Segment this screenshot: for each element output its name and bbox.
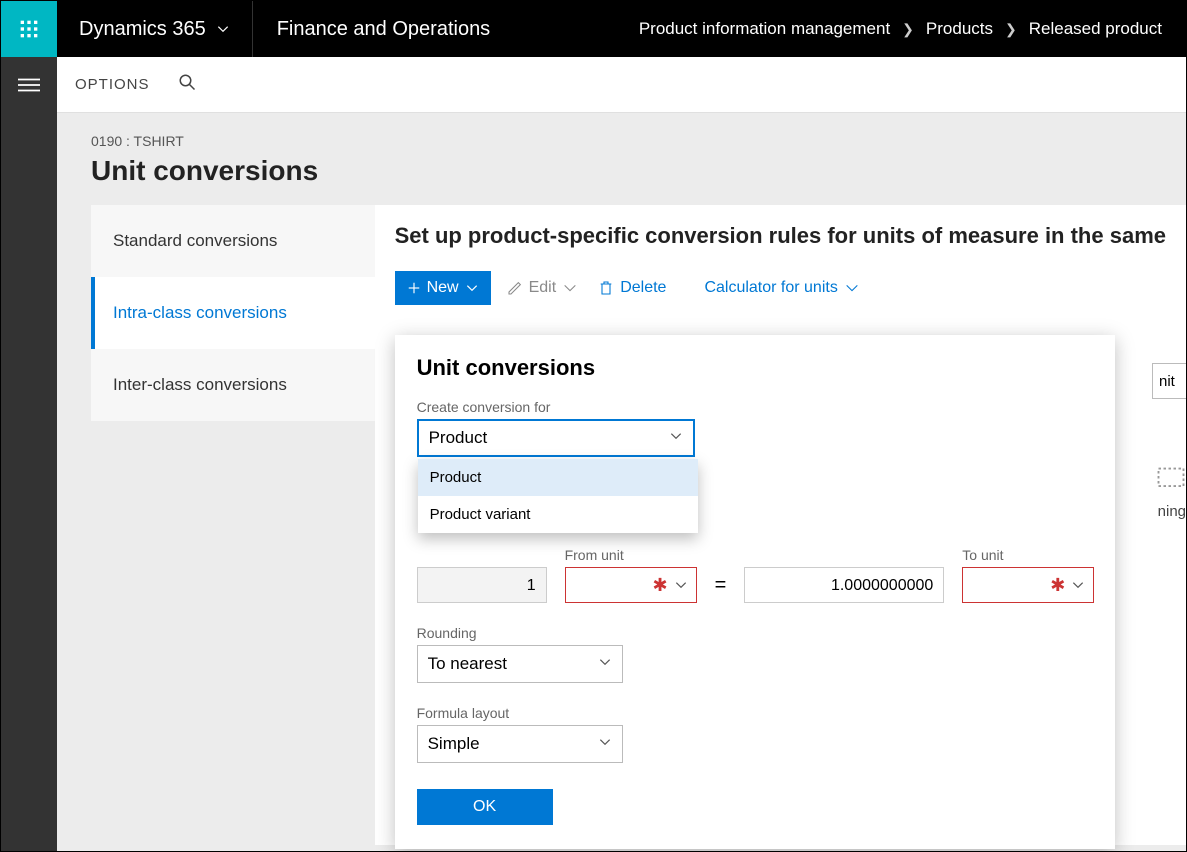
unit-conversion-flyout: Unit conversions Create conversion for P… [395, 335, 1115, 849]
pencil-icon [507, 280, 523, 296]
create-for-dropdown: Product Product variant [418, 459, 698, 533]
chevron-down-icon [669, 429, 683, 443]
edit-label: Edit [529, 279, 557, 297]
brand-label: Dynamics 365 [79, 18, 206, 41]
chevron-down-icon [216, 22, 230, 36]
options-menu[interactable]: OPTIONS [75, 76, 150, 93]
dropdown-option-product-variant[interactable]: Product variant [418, 496, 698, 533]
chevron-right-icon: ❯ [1005, 21, 1017, 38]
toolbar: New Edit Delete Calculator for units [395, 271, 1166, 305]
factor-right-input[interactable]: 1.0000000000 [744, 567, 944, 603]
tab-intra-class-conversions[interactable]: Intra-class conversions [91, 277, 375, 349]
chevron-right-icon: ❯ [902, 21, 914, 38]
ok-button[interactable]: OK [417, 789, 553, 825]
detail-heading: Set up product-specific conversion rules… [395, 223, 1166, 249]
waffle-icon [19, 19, 39, 39]
record-context: 0190 : TSHIRT [91, 133, 1186, 149]
tab-inter-class-conversions[interactable]: Inter-class conversions [91, 349, 375, 421]
calculator-label: Calculator for units [704, 279, 837, 297]
content-area: 0190 : TSHIRT Unit conversions Standard … [57, 113, 1186, 851]
create-for-label: Create conversion for [417, 399, 1093, 415]
panel-row: Standard conversions Intra-class convers… [91, 205, 1186, 845]
to-unit-label: To unit [962, 547, 1094, 563]
app-launcher-button[interactable] [1, 1, 57, 57]
flyout-title: Unit conversions [417, 355, 1093, 381]
cut-text-fragment: ning [1158, 503, 1186, 520]
chevron-down-icon [674, 578, 688, 592]
top-bar: Dynamics 365 Finance and Operations Prod… [1, 1, 1186, 57]
action-bar: OPTIONS [57, 57, 1186, 113]
delete-label: Delete [620, 279, 666, 297]
chevron-down-icon [1071, 578, 1085, 592]
sub-row: OPTIONS [1, 57, 1186, 113]
breadcrumb: Product information management ❯ Product… [615, 1, 1186, 57]
box-icon [1156, 461, 1186, 491]
to-unit-select[interactable]: ✱ [962, 567, 1094, 603]
page-title: Unit conversions [91, 155, 1186, 187]
main-wrap: 0190 : TSHIRT Unit conversions Standard … [1, 113, 1186, 851]
nav-toggle-button[interactable] [1, 57, 57, 113]
breadcrumb-item[interactable]: Released product [1029, 19, 1162, 39]
left-rail [1, 113, 57, 851]
rounding-select[interactable]: To nearest [417, 645, 623, 683]
edit-button: Edit [503, 273, 583, 303]
from-unit-select[interactable]: ✱ [565, 567, 697, 603]
delete-button[interactable]: Delete [594, 273, 670, 303]
create-for-select[interactable]: Product Product Product variant [417, 419, 695, 457]
search-button[interactable] [178, 73, 196, 96]
chevron-down-icon [465, 281, 479, 295]
search-icon [178, 73, 196, 91]
cut-icon-fragment [1156, 461, 1186, 491]
factor-left-input[interactable]: 1 [417, 567, 547, 603]
brand-menu[interactable]: Dynamics 365 [57, 1, 253, 57]
chevron-down-icon [598, 735, 612, 749]
conversion-equation-row: 1 From unit ✱ = 1.0000000000 [417, 547, 1093, 603]
formula-value: Simple [428, 734, 480, 754]
from-unit-label: From unit [565, 547, 697, 563]
rounding-value: To nearest [428, 654, 507, 674]
chevron-down-icon [844, 280, 860, 296]
equals-sign: = [715, 574, 727, 603]
rounding-label: Rounding [417, 625, 1093, 641]
required-icon: ✱ [1050, 575, 1065, 596]
formula-label: Formula layout [417, 705, 1093, 721]
breadcrumb-item[interactable]: Products [926, 19, 993, 39]
create-for-value: Product [429, 428, 488, 448]
calculator-button[interactable]: Calculator for units [700, 273, 863, 303]
dropdown-option-product[interactable]: Product [418, 459, 698, 496]
new-button-label: New [427, 279, 459, 297]
trash-icon [598, 280, 614, 296]
tab-standard-conversions[interactable]: Standard conversions [91, 205, 375, 277]
required-icon: ✱ [653, 575, 668, 596]
cut-unit-fragment: nit [1152, 363, 1186, 399]
module-label: Finance and Operations [253, 1, 514, 57]
detail-panel: Set up product-specific conversion rules… [375, 205, 1186, 845]
chevron-down-icon [562, 280, 578, 296]
chevron-down-icon [598, 655, 612, 669]
tabs-list: Standard conversions Intra-class convers… [91, 205, 375, 421]
hamburger-icon [18, 77, 40, 93]
breadcrumb-item[interactable]: Product information management [639, 19, 890, 39]
formula-select[interactable]: Simple [417, 725, 623, 763]
new-button[interactable]: New [395, 271, 491, 305]
plus-icon [407, 281, 421, 295]
